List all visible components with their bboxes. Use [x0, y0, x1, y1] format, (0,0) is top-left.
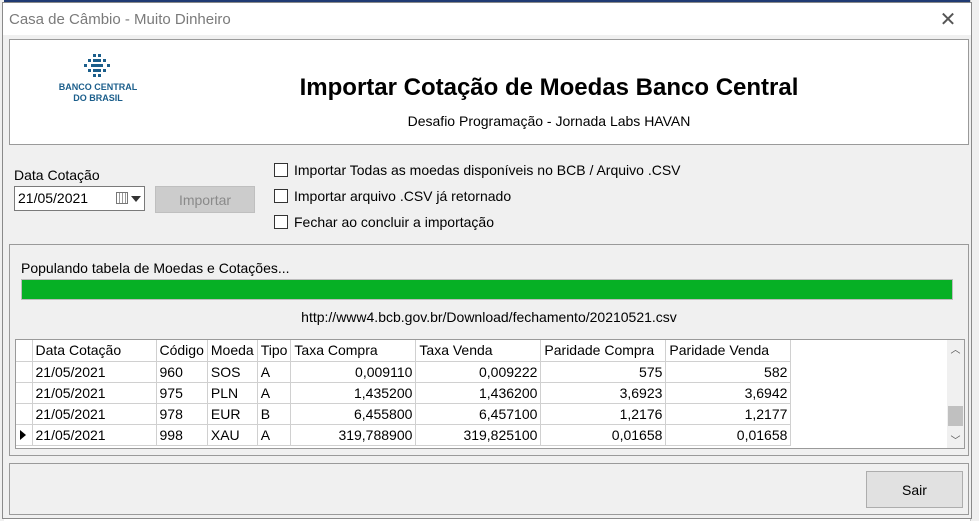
cell-currency[interactable]: XAU	[207, 424, 258, 446]
current-row-indicator[interactable]	[16, 424, 33, 446]
csv-url: http://www4.bcb.gov.br/Download/fechamen…	[301, 309, 677, 325]
column-header[interactable]: Paridade Compra	[540, 340, 667, 362]
cell-code[interactable]: 960	[156, 361, 208, 383]
cell-sell-rate[interactable]: 319,825100	[415, 424, 542, 446]
cell-type[interactable]: A	[257, 424, 292, 446]
cell-buy-parity[interactable]: 0,01658	[540, 424, 667, 446]
cell-buy-parity[interactable]: 3,6923	[540, 382, 667, 404]
footer-panel: Sair	[9, 463, 969, 515]
table-row[interactable]: 21/05/2021 960 SOS A 0,009110 0,009222 5…	[16, 361, 792, 383]
cell-buy-parity[interactable]: 1,2176	[540, 403, 667, 425]
checkbox-label: Importar arquivo .CSV já retornado	[294, 188, 512, 204]
cell-buy-rate[interactable]: 6,455800	[290, 403, 417, 425]
progress-panel: Populando tabela de Moedas e Cotações...…	[9, 244, 969, 456]
cell-currency[interactable]: SOS	[207, 361, 258, 383]
table-row-current[interactable]: 21/05/2021 998 XAU A 319,788900 319,8251…	[16, 424, 792, 446]
cell-sell-parity[interactable]: 1,2177	[665, 403, 792, 425]
progress-fill	[22, 280, 952, 299]
scrollbar-thumb[interactable]	[948, 406, 963, 426]
checkbox-label: Fechar ao concluir a importação	[294, 214, 494, 230]
vertical-scrollbar[interactable]: ︿ ﹀	[947, 340, 964, 448]
table-row[interactable]: 21/05/2021 975 PLN A 1,435200 1,436200 3…	[16, 382, 792, 404]
column-header[interactable]: Taxa Venda	[415, 340, 542, 362]
import-button[interactable]: Importar	[155, 186, 255, 213]
cell-code[interactable]: 978	[156, 403, 208, 425]
cell-sell-rate[interactable]: 0,009222	[415, 361, 542, 383]
checkbox-box[interactable]	[274, 189, 288, 203]
header-panel: BANCO CENTRAL DO BRASIL Importar Cotação…	[9, 39, 969, 145]
cell-sell-parity[interactable]: 0,01658	[665, 424, 792, 446]
table-header-row: Data Cotação Código Moeda Tipo Taxa Comp…	[16, 340, 792, 362]
table-row[interactable]: 21/05/2021 978 EUR B 6,455800 6,457100 1…	[16, 403, 792, 425]
exit-button[interactable]: Sair	[866, 471, 963, 508]
cell-sell-parity[interactable]: 3,6942	[665, 382, 792, 404]
cell-buy-parity[interactable]: 575	[540, 361, 667, 383]
cell-buy-rate[interactable]: 0,009110	[290, 361, 417, 383]
title-bar[interactable]: Casa de Câmbio - Muito Dinheiro ✕	[3, 3, 971, 35]
close-icon: ✕	[939, 8, 957, 31]
checkbox-import-csv[interactable]: Importar arquivo .CSV já retornado	[274, 187, 511, 205]
cell-type[interactable]: B	[257, 403, 292, 425]
date-picker[interactable]: 21/05/2021	[14, 186, 145, 211]
date-label: Data Cotação	[14, 167, 100, 183]
chevron-down-icon[interactable]	[131, 196, 141, 202]
quotes-grid[interactable]: Data Cotação Código Moeda Tipo Taxa Comp…	[15, 339, 965, 449]
status-text: Populando tabela de Moedas e Cotações...	[21, 260, 290, 276]
row-pointer-icon	[20, 429, 26, 440]
cell-currency[interactable]: PLN	[207, 382, 258, 404]
quotes-table: Data Cotação Código Moeda Tipo Taxa Comp…	[16, 340, 792, 446]
scroll-down-icon[interactable]: ﹀	[947, 431, 964, 448]
cell-sell-rate[interactable]: 1,436200	[415, 382, 542, 404]
row-indicator[interactable]	[16, 361, 33, 383]
row-indicator[interactable]	[16, 403, 33, 425]
cell-buy-rate[interactable]: 1,435200	[290, 382, 417, 404]
cell-date[interactable]: 21/05/2021	[32, 361, 157, 383]
row-indicator-header	[16, 340, 33, 362]
column-header[interactable]: Tipo	[257, 340, 292, 362]
column-header[interactable]: Código	[156, 340, 208, 362]
checkbox-import-all[interactable]: Importar Todas as moedas disponíveis no …	[274, 161, 681, 179]
checkbox-box[interactable]	[274, 215, 288, 229]
cell-code[interactable]: 975	[156, 382, 208, 404]
cell-code[interactable]: 998	[156, 424, 208, 446]
cell-sell-rate[interactable]: 6,457100	[415, 403, 542, 425]
checkbox-label: Importar Todas as moedas disponíveis no …	[294, 162, 681, 178]
cell-date[interactable]: 21/05/2021	[32, 403, 157, 425]
progress-bar	[21, 279, 953, 300]
cell-date[interactable]: 21/05/2021	[32, 424, 157, 446]
calendar-icon[interactable]	[116, 192, 128, 204]
cell-currency[interactable]: EUR	[207, 403, 258, 425]
cell-buy-rate[interactable]: 319,788900	[290, 424, 417, 446]
column-header[interactable]: Taxa Compra	[290, 340, 417, 362]
cell-type[interactable]: A	[257, 361, 292, 383]
row-indicator[interactable]	[16, 382, 33, 404]
column-header[interactable]: Moeda	[207, 340, 258, 362]
cell-type[interactable]: A	[257, 382, 292, 404]
close-button[interactable]: ✕	[925, 3, 971, 35]
window-title: Casa de Câmbio - Muito Dinheiro	[9, 11, 231, 28]
column-header[interactable]: Paridade Venda	[665, 340, 792, 362]
page-subtitle: Desafio Programação - Jornada Labs HAVAN	[407, 113, 691, 129]
cell-sell-parity[interactable]: 582	[665, 361, 792, 383]
column-header[interactable]: Data Cotação	[32, 340, 157, 362]
import-dialog: Casa de Câmbio - Muito Dinheiro ✕ BANCO …	[2, 2, 972, 519]
checkbox-box[interactable]	[274, 163, 288, 177]
cell-date[interactable]: 21/05/2021	[32, 382, 157, 404]
date-value: 21/05/2021	[18, 190, 89, 206]
checkbox-close-on-finish[interactable]: Fechar ao concluir a importação	[274, 213, 494, 231]
page-title: Importar Cotação de Moedas Banco Central	[299, 74, 799, 101]
scroll-up-icon[interactable]: ︿	[947, 340, 964, 357]
